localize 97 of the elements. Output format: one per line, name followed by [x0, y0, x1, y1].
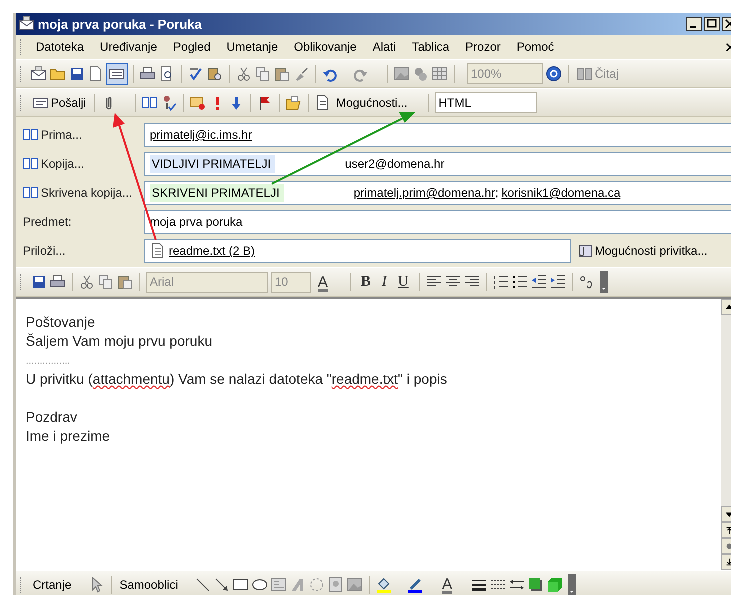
- outdent-icon[interactable]: [530, 274, 547, 290]
- address-book-icon[interactable]: [142, 94, 158, 110]
- address-book-icon: [23, 185, 39, 201]
- email-address[interactable]: korisnik1@domena.ca: [502, 186, 621, 200]
- input-field[interactable]: SKRIVENI PRIMATELJI primatelj.prim@domena.hr; korisnik1@domena.ca: [144, 181, 731, 205]
- menu-item[interactable]: Prozor: [458, 40, 509, 54]
- maximize-icon[interactable]: [704, 17, 720, 31]
- page-icon[interactable]: [88, 66, 104, 82]
- field-label: Predmet:: [22, 215, 73, 229]
- menu-item[interactable]: Tablica: [404, 40, 458, 54]
- recipient-button[interactable]: Prima...: [16, 124, 144, 146]
- page-icon[interactable]: [315, 94, 332, 110]
- toolbar-options-icon[interactable]: [600, 271, 608, 293]
- field-text: ;: [495, 186, 499, 200]
- toolbar-options-icon[interactable]: [568, 574, 576, 595]
- copy-icon[interactable]: [255, 66, 271, 82]
- style-button[interactable]: I: [378, 274, 392, 290]
- picture-icon[interactable]: [347, 576, 364, 592]
- folder-icon[interactable]: [286, 94, 302, 110]
- ellipse-icon[interactable]: [252, 576, 268, 592]
- draw-menu-button[interactable]: Crtanje: [31, 578, 74, 592]
- font-color-button[interactable]: A: [314, 274, 332, 290]
- field-label: Priloži...: [22, 244, 67, 258]
- printer-icon[interactable]: [50, 274, 66, 290]
- book-search-icon[interactable]: [207, 66, 223, 82]
- rectangle-icon[interactable]: [233, 576, 250, 592]
- shadow-icon[interactable]: [528, 576, 544, 592]
- text-file-icon: [150, 243, 166, 259]
- attachment-icon: [577, 243, 593, 259]
- phonetic-guide-icon[interactable]: [578, 274, 595, 290]
- table-icon[interactable]: [432, 66, 448, 82]
- recipient-note: VIDLJIVI PRIMATELJI: [150, 155, 276, 173]
- autoshapes-menu-button[interactable]: Samooblici: [118, 578, 180, 592]
- menu-item[interactable]: Uređivanje: [92, 40, 166, 54]
- message-body[interactable]: Poštovanje Šaljem Vam moju prvu poruku ................ U privitku (attachmentu) Vam se nalazi datoteka "readme.txt" i popis Pozdrav Ime i prezime: [16, 299, 721, 570]
- paint-bucket-icon[interactable]: [376, 576, 392, 592]
- diagram-icon[interactable]: [309, 576, 326, 592]
- input-field[interactable]: primatelj@ic.ims.hr: [144, 123, 731, 147]
- indent-icon[interactable]: [550, 274, 566, 290]
- body-line: Pozdrav: [26, 408, 78, 427]
- scissors-icon[interactable]: [79, 274, 95, 290]
- recipient-button[interactable]: Skrivena kopija...: [16, 182, 144, 204]
- input-field[interactable]: VIDLJIVI PRIMATELJI user2@domena.hr: [144, 152, 731, 176]
- email-address[interactable]: primatelj@ic.ims.hr: [150, 128, 252, 142]
- arrow-icon[interactable]: [214, 576, 230, 592]
- envelope-icon[interactable]: [31, 66, 47, 82]
- window-title: moja prva poruka - Poruka: [38, 16, 202, 32]
- font-color-button[interactable]: A: [438, 576, 456, 593]
- menu-item[interactable]: Oblikovanje: [286, 40, 365, 54]
- dotted-line: ................: [26, 355, 72, 369]
- body-line: Šaljem Vam moju prvu poruku: [26, 332, 214, 351]
- pen-icon[interactable]: [407, 576, 424, 592]
- options-button[interactable]: Mogućnosti...: [334, 96, 410, 110]
- input-field[interactable]: moja prva poruka: [144, 210, 731, 234]
- format-dropdown[interactable]: HTML: [434, 92, 537, 113]
- help-icon[interactable]: [546, 66, 562, 82]
- menu-item[interactable]: Datoteka: [28, 40, 92, 54]
- recipient-button[interactable]: Kopija...: [16, 153, 144, 175]
- attachment-options-button[interactable]: Mogućnosti privitka...: [577, 243, 708, 259]
- copy-icon[interactable]: [98, 274, 114, 290]
- body-line: Ime i prezime: [26, 427, 112, 446]
- field-text: moja prva poruka: [150, 215, 243, 229]
- envelope-icon[interactable]: [107, 64, 127, 84]
- style-button[interactable]: B: [357, 274, 376, 290]
- menu-item[interactable]: Pogled: [165, 40, 219, 54]
- send-button[interactable]: Pošalji: [31, 94, 88, 110]
- address-book-icon: [23, 156, 39, 172]
- open-book-icon: [577, 66, 593, 82]
- scissors-icon[interactable]: [236, 66, 252, 82]
- recipient-note: SKRIVENI PRIMATELJI: [150, 184, 284, 202]
- attachment-link[interactable]: readme.txt (2 B): [169, 244, 256, 258]
- body-line: Poštovanje: [26, 313, 96, 332]
- input-field[interactable]: readme.txt (2 B): [144, 239, 571, 263]
- person-check-icon[interactable]: [161, 94, 178, 110]
- line-icon[interactable]: [195, 576, 212, 592]
- clipart-icon[interactable]: [328, 576, 344, 592]
- body-line: U privitku (attachmentu) Vam se nalazi datoteka "readme.txt" i popis: [26, 370, 448, 389]
- numbered-list-icon[interactable]: [492, 274, 509, 290]
- spelling-check-icon[interactable]: [188, 66, 204, 82]
- printer-icon[interactable]: [140, 66, 156, 82]
- brush-icon[interactable]: [293, 66, 309, 82]
- envelope-flag-icon[interactable]: [190, 94, 206, 110]
- paste-icon[interactable]: [117, 274, 133, 290]
- bulleted-list-icon[interactable]: [512, 274, 528, 290]
- field-text: user2@domena.hr: [345, 157, 445, 171]
- email-address[interactable]: primatelj.prim@domena.hr: [354, 186, 496, 200]
- picture-icon[interactable]: [394, 66, 410, 82]
- minimize-icon[interactable]: [686, 17, 702, 31]
- menu-item[interactable]: Alati: [364, 40, 404, 54]
- cube-icon[interactable]: [547, 576, 564, 592]
- menu-item[interactable]: Umetanje: [218, 40, 286, 54]
- menu-item[interactable]: Pomoć: [508, 40, 562, 54]
- style-button[interactable]: U: [394, 274, 413, 290]
- envelope-icon: [19, 16, 35, 32]
- address-book-icon: [23, 127, 39, 143]
- spheres-icon[interactable]: [413, 66, 429, 82]
- paste-icon[interactable]: [274, 66, 290, 82]
